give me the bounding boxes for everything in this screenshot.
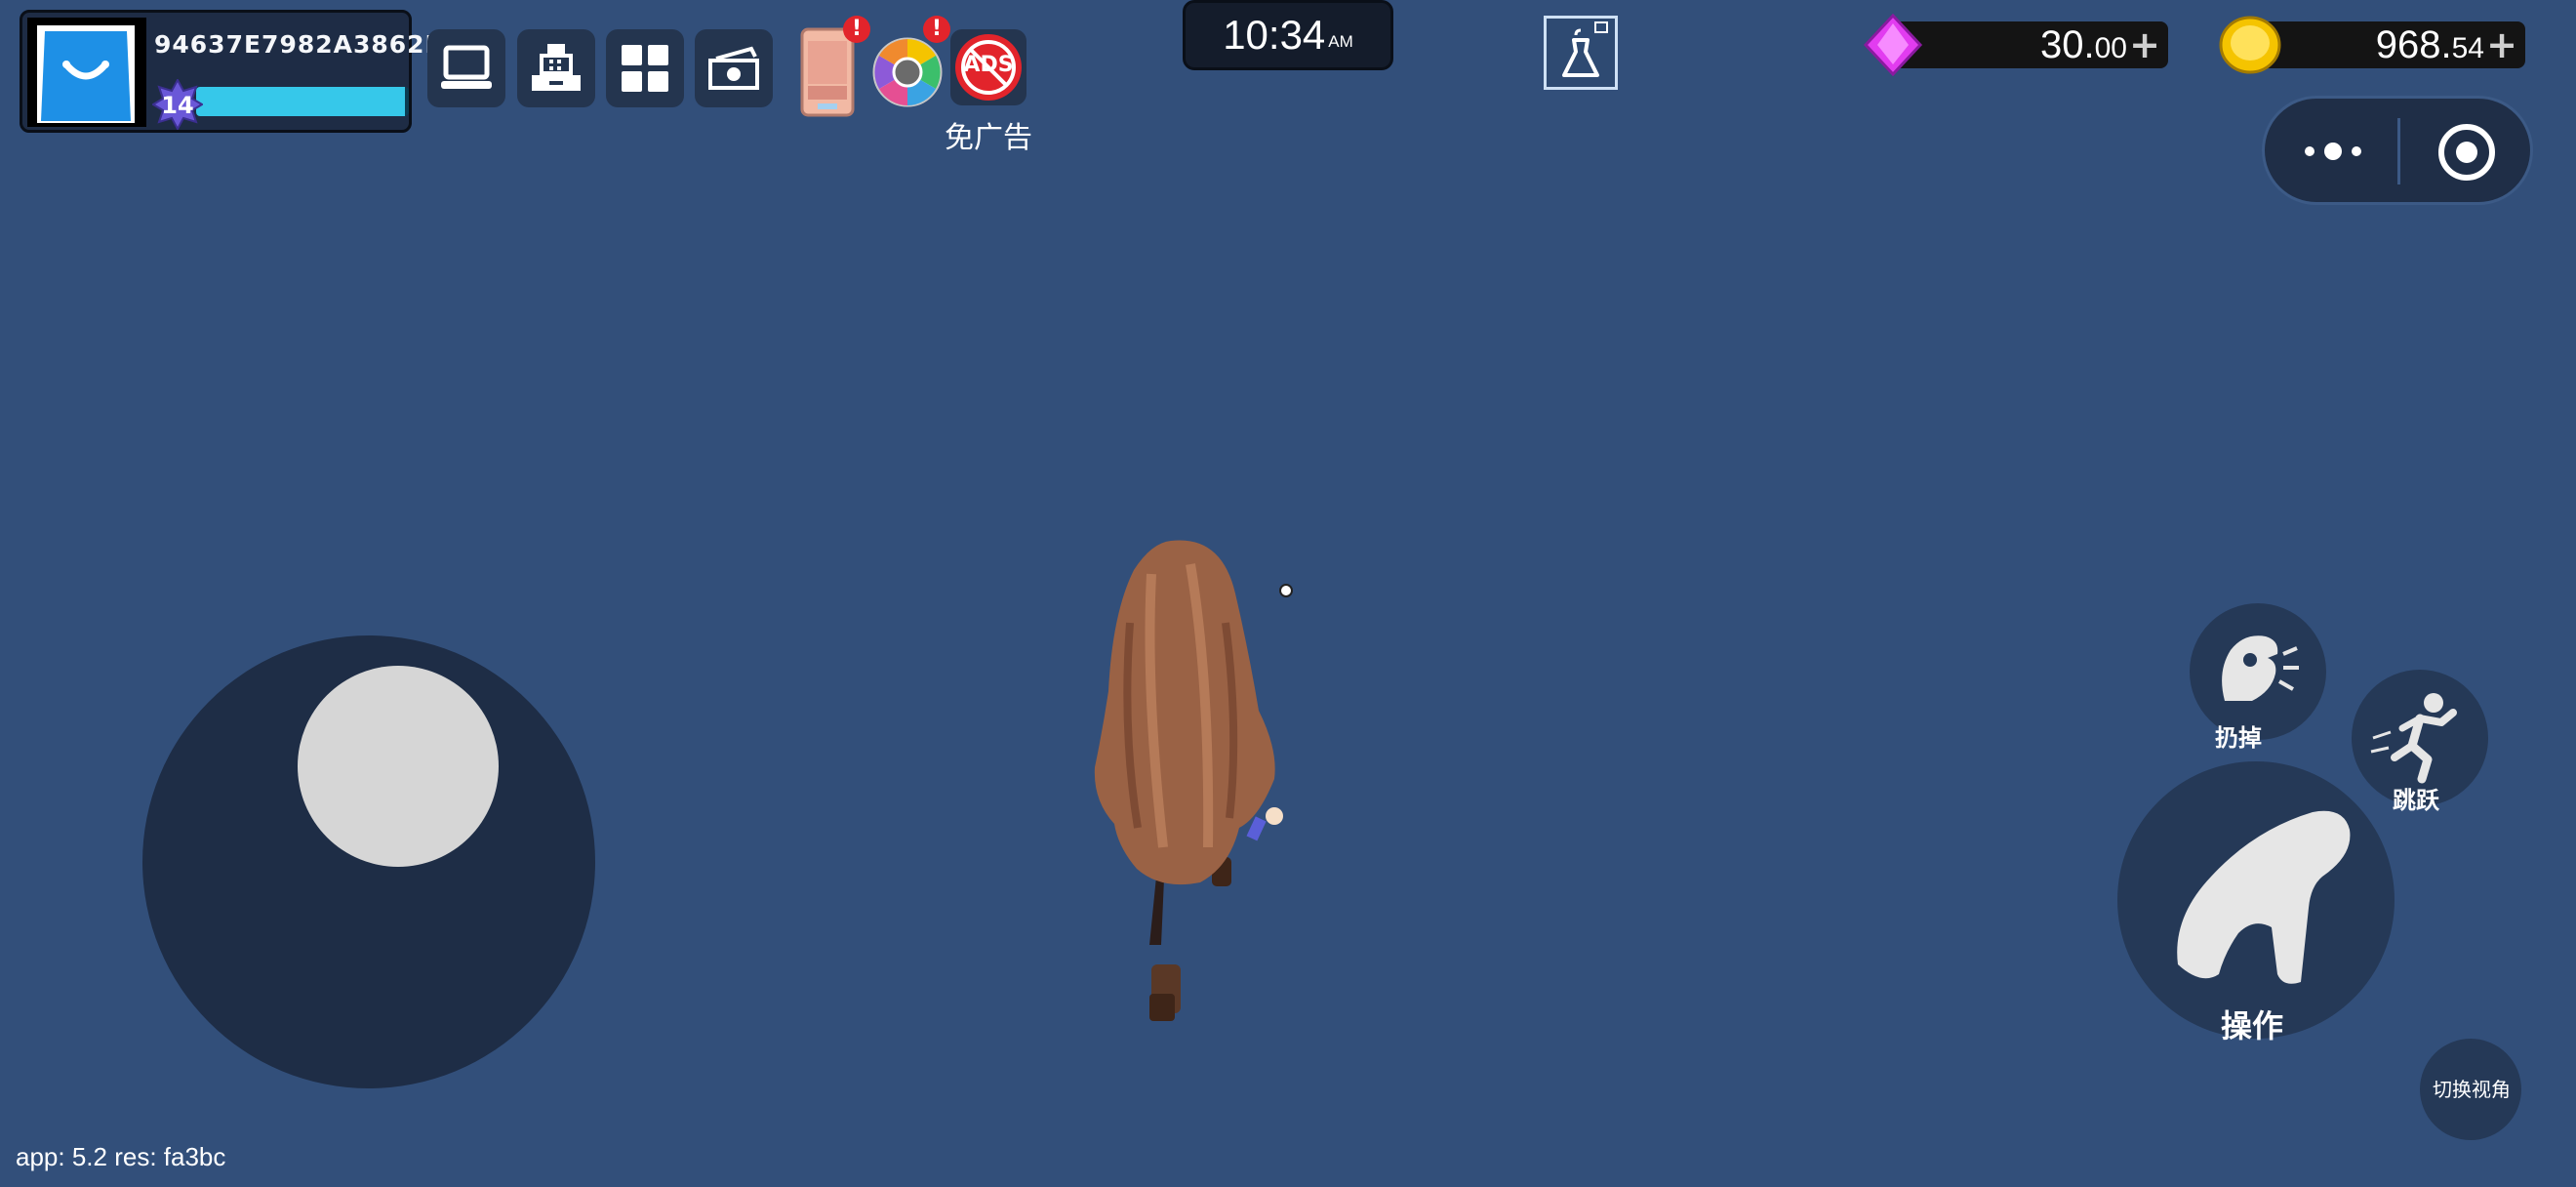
gem-counter[interactable]: 30.00 +: [1893, 21, 2168, 68]
outfit-button[interactable]: [1544, 16, 1618, 90]
grid-icon: [622, 45, 668, 92]
close-mini-program-button[interactable]: [2436, 122, 2497, 183]
aim-dot: [1279, 584, 1293, 597]
phone-alert-badge: !: [843, 16, 870, 43]
player-panel[interactable]: 94637E7982A3862F 14: [20, 10, 442, 133]
joystick-knob[interactable]: [298, 666, 499, 867]
xp-bar: [196, 87, 409, 116]
more-options-button[interactable]: [2298, 132, 2368, 171]
clock-time: 10:34: [1223, 12, 1326, 58]
switch-view-label: 切换视角: [2433, 1078, 2511, 1101]
xp-bar-fill: [196, 87, 405, 116]
lucky-wheel-icon: [872, 37, 943, 107]
character-figure: [1094, 540, 1283, 1021]
ads-badge-text: ADS: [963, 53, 1014, 77]
gem-icon: [1862, 13, 1924, 80]
target-circle-icon: [2438, 124, 2495, 181]
coin-icon: [2219, 14, 2281, 80]
gem-add-button[interactable]: +: [2129, 23, 2160, 66]
dress-hanger-icon: [1562, 21, 1608, 77]
coin-counter[interactable]: 968.54 +: [2250, 21, 2525, 68]
lucky-wheel-button[interactable]: [870, 33, 945, 107]
money-button[interactable]: [695, 29, 773, 107]
shopping-bag-icon: [37, 25, 135, 123]
mini-program-capsule: [2262, 96, 2533, 205]
no-ads-label: 免广告: [945, 121, 1032, 155]
version-info: app: 5.2 res: fa3bc: [16, 1142, 226, 1171]
gem-value: 30.00: [2040, 23, 2127, 66]
cash-register-icon: [532, 44, 581, 91]
grid-menu-button[interactable]: [606, 29, 684, 107]
jump-label: 跳跃: [2393, 787, 2439, 814]
clock-ampm: AM: [1328, 32, 1353, 51]
cashier-button[interactable]: [517, 29, 595, 107]
capsule-divider: [2397, 118, 2400, 184]
computer-icon: [441, 45, 492, 89]
level-text: 14: [161, 92, 194, 119]
coin-value: 968.54: [2375, 23, 2484, 66]
drop-label: 扔掉: [2215, 724, 2262, 752]
clock: 10:34 AM: [1183, 0, 1393, 70]
computer-button[interactable]: [427, 29, 505, 107]
no-ads-button[interactable]: ADS: [950, 29, 1026, 105]
event-phone-button[interactable]: [800, 27, 855, 117]
operate-label: 操作: [2221, 1007, 2284, 1044]
grab-hand-icon: [2177, 810, 2351, 984]
wheel-alert-badge: !: [923, 16, 950, 43]
player-character: [1044, 535, 1298, 1043]
operate-button[interactable]: [2117, 761, 2395, 1039]
avatar[interactable]: [27, 18, 146, 127]
phone-event-icon: [800, 27, 855, 117]
coin-add-button[interactable]: +: [2486, 23, 2517, 66]
level-badge: 14: [152, 79, 203, 130]
more-dots-icon: [2305, 143, 2361, 160]
money-icon: [708, 46, 759, 90]
player-id: 94637E7982A3862F: [154, 30, 443, 59]
